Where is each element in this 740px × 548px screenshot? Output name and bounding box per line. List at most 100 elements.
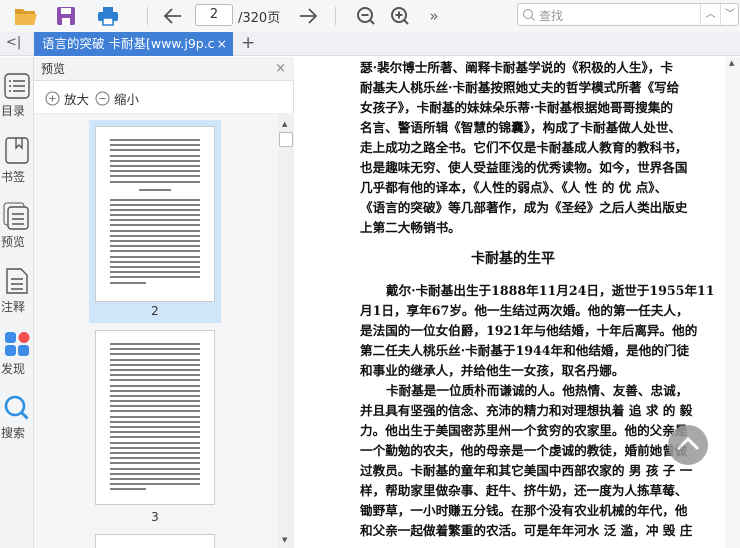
text-line: 瑟·裴尔博士所著、阐释卡耐基学说的《积极的人生》，卡 — [360, 60, 673, 75]
thumbnail-text-line — [110, 175, 200, 178]
document-scrollbar[interactable]: ▲ — [725, 57, 740, 548]
print-icon[interactable] — [96, 4, 120, 28]
thumbnail-text-line — [110, 250, 200, 253]
thumbnail-text-line — [110, 240, 200, 242]
apps-icon — [5, 332, 30, 356]
thumbnail-page-number: 3 — [151, 510, 159, 524]
search-previous-icon[interactable]: ︿ — [701, 4, 720, 25]
scrollbar-thumb[interactable] — [279, 132, 293, 147]
thumbnail-zoom-out-button[interactable]: 缩小 — [95, 89, 139, 108]
text-line: 第二任夫人桃乐丝·卡耐基于1944年和他结婚，是他的门徒 — [360, 343, 690, 358]
thumbnail-text-line — [110, 415, 200, 418]
text-line: 名言、警语所辑《智慧的锦囊》，构成了卡耐基做人处世、 — [360, 120, 682, 135]
thumbnail-text-line — [110, 265, 200, 268]
rail-label: 注释 — [1, 300, 26, 314]
thumbnail-page-3[interactable] — [95, 330, 215, 505]
tab-close-icon[interactable]: × — [214, 32, 227, 56]
thumbnail-text-line — [110, 229, 200, 232]
text-line: 并且具有坚强的信念、充沛的精力和对理想执着 追 求 的 毅 — [360, 403, 693, 418]
search-next-icon[interactable]: ﹀ — [721, 4, 739, 25]
new-tab-button[interactable]: + — [241, 33, 255, 53]
thumbnail-text-line — [110, 144, 200, 147]
next-page-icon[interactable] — [297, 4, 319, 28]
save-icon[interactable] — [55, 4, 77, 28]
tab-document[interactable]: 语言的突破 卡耐基[www.j9p.co × — [34, 32, 233, 56]
thumbnail-text-line — [110, 410, 200, 413]
rail-item-preview[interactable]: 预览 — [0, 202, 34, 250]
thumbnail-text-line — [110, 472, 200, 475]
text-line: 力。他出生于美国密苏里州一个贫穷的农家里。他的父亲是 — [360, 423, 688, 438]
open-folder-icon[interactable] — [13, 4, 39, 28]
list-icon — [4, 73, 30, 99]
text-line: 一个勤勉的农夫，他的母亲是一个虔诚的教徒，婚前她曾做 — [360, 443, 688, 458]
rail-label: 书签 — [1, 170, 26, 184]
thumbnail-text-line — [110, 431, 200, 434]
collapse-sidebar-button[interactable]: <| — [6, 35, 21, 50]
thumbnail-text-line — [110, 203, 200, 206]
rail-item-search[interactable]: 搜索 — [0, 395, 34, 441]
text-line: 《语言的突破》等几部著作，成为《圣经》之后人类出版史 — [360, 200, 688, 215]
thumbnail-text-line — [110, 198, 200, 201]
thumbnail-text-line — [110, 343, 200, 345]
note-icon — [6, 268, 28, 294]
thumbnail-text-line — [110, 245, 200, 248]
chevron-up-icon — [676, 436, 700, 451]
more-tools-button[interactable]: » — [426, 4, 442, 28]
zoom-out-icon[interactable] — [355, 4, 377, 28]
zoom-in-icon[interactable] — [389, 4, 411, 28]
tab-title: 语言的突破 卡耐基[www.j9p.co — [42, 36, 223, 51]
text-line: 锄野草，一小时赚五分钱。在那个没有农业机械的年代，他 — [360, 503, 688, 518]
rail-item-bookmarks[interactable]: 书签 — [0, 137, 34, 185]
thumbnail-text-line — [110, 368, 200, 371]
thumbnail-text-line — [110, 224, 200, 227]
text-line: 戴尔·卡耐基出生于1888年11月24日，逝世于1955年11 — [386, 283, 715, 298]
page-number-input[interactable]: 2 — [195, 4, 233, 26]
thumbnail-page-4[interactable] — [95, 534, 215, 548]
thumbnail-text-line — [110, 214, 200, 217]
thumbnail-text-line — [110, 219, 200, 222]
thumbnail-text-line — [110, 276, 200, 279]
previous-page-icon[interactable] — [162, 4, 184, 28]
thumbnail-text-line — [110, 446, 200, 449]
thumbnail-list: 2 3 — [34, 114, 278, 548]
text-line: 过教员。卡耐基的童年和其它美国中西部农家的 男 孩 子 一 — [360, 463, 693, 478]
thumbnail-text-line — [110, 281, 146, 284]
back-to-top-button[interactable] — [668, 425, 708, 465]
thumbnail-text-line — [110, 353, 200, 356]
thumbnail-scrollbar[interactable]: ▲ ▼ — [278, 114, 294, 548]
thumbnail-text-line — [110, 139, 200, 141]
text-line: 样，帮助家里做杂事、赶牛、挤牛奶，还一度为人拣草莓、 — [360, 483, 688, 498]
rail-item-discover[interactable]: 发现 — [0, 331, 34, 377]
thumbnail-zoom-bar: 放大 缩小 — [34, 82, 294, 114]
thumbnail-text-line — [110, 170, 200, 173]
zoom-out-icon — [95, 91, 110, 106]
thumbnail-text-line — [110, 457, 200, 460]
thumbnail-text-line — [110, 451, 200, 454]
text-line: 几乎都有他的译本，《人性的弱点》、《人 性 的 优 点》、 — [360, 180, 668, 195]
section-heading: 卡耐基的生平 — [471, 251, 555, 267]
text-line: 耐基夫人桃乐丝·卡耐基按照她丈夫的哲学模式所著《写给 — [360, 80, 680, 95]
panel-header: 预览 × — [34, 57, 294, 81]
text-line: 和父亲一起做着繁重的农活。可是年年河水 泛 滥，冲 毁 庄 — [360, 523, 693, 538]
thumbnail-zoom-in-button[interactable]: 放大 — [45, 89, 89, 108]
toolbar-separator — [335, 7, 336, 25]
bookmark-icon — [5, 137, 29, 164]
thumbnail-text-line — [110, 379, 200, 382]
rail-label: 目录 — [1, 104, 26, 118]
thumbnail-text-line — [110, 467, 200, 470]
text-line: 女孩子》，卡耐基的妹妹朵乐蒂·卡耐基根据她哥哥搜集的 — [360, 100, 673, 115]
thumbnail-text-line — [110, 149, 200, 152]
rail-item-contents[interactable]: 目录 — [0, 73, 34, 119]
panel-close-icon[interactable]: × — [275, 57, 286, 81]
thumbnail-image — [95, 126, 215, 302]
search-input[interactable]: 查找 — [539, 7, 563, 24]
thumbnail-text-line — [139, 188, 171, 191]
rail-item-annotations[interactable]: 注释 — [0, 267, 34, 315]
thumbnail-text-line — [110, 348, 200, 351]
thumbnail-text-line — [110, 374, 200, 377]
thumbnail-text-line — [110, 389, 200, 392]
zoom-in-icon — [45, 91, 60, 106]
thumbnail-text-line — [110, 405, 200, 408]
search-box: 查找 ︿ ﹀ — [517, 3, 739, 26]
thumbnail-text-line — [110, 477, 200, 480]
